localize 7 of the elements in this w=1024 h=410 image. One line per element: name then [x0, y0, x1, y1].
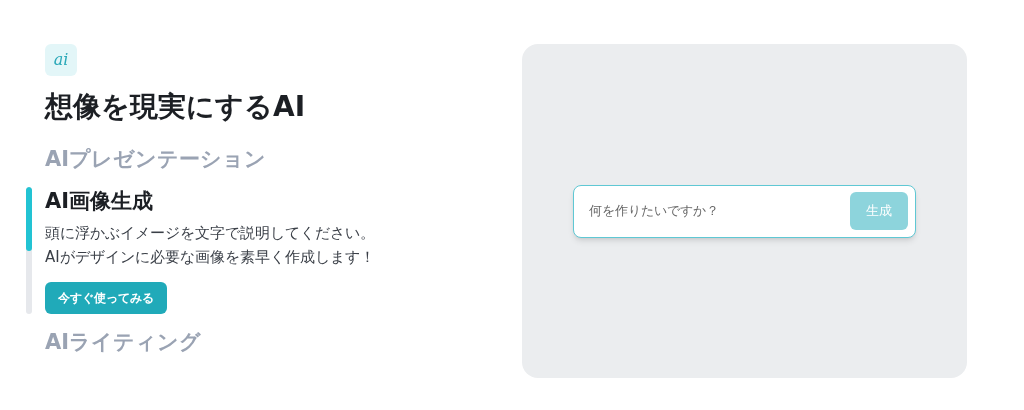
page-heading: 想像を現実にするAI: [45, 89, 307, 125]
feature-description: 頭に浮かぶイメージを文字で説明してください。 AIがデザインに必要な画像を素早く作成します！: [45, 223, 375, 268]
feature-title[interactable]: AIライティング: [26, 328, 477, 356]
feature-title[interactable]: AIプレゼンテーション: [26, 145, 477, 173]
feature-title[interactable]: AI画像生成: [45, 187, 154, 215]
try-now-button[interactable]: 今すぐ使ってみる: [45, 282, 167, 314]
logo-badge: ai: [45, 44, 77, 76]
